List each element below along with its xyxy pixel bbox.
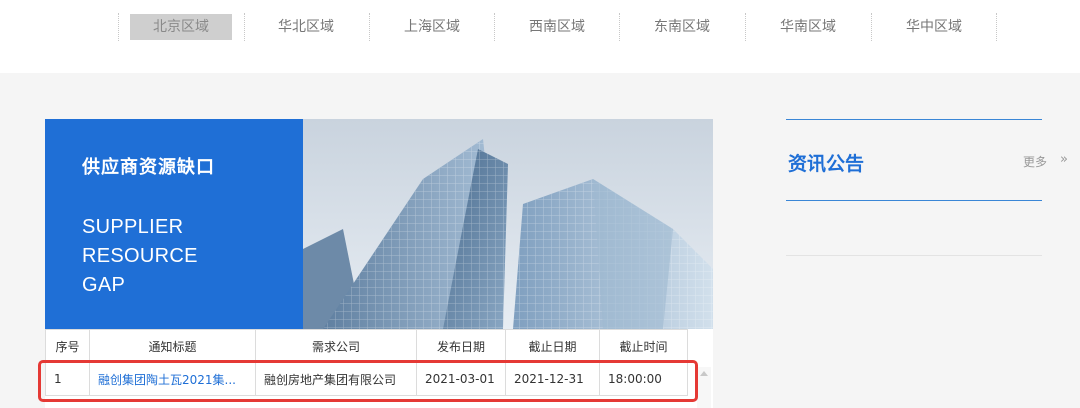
col-header-deadline-time: 截止时间 (599, 329, 688, 363)
region-tab-huanan[interactable]: 华南区域 (751, 14, 865, 40)
supplier-gap-banner: 供应商资源缺口 SUPPLIER RESOURCE GAP (45, 119, 713, 329)
nav-separator (619, 13, 620, 41)
cell-title[interactable]: 融创集团陶土瓦2021集... (89, 362, 256, 396)
banner-en-line: RESOURCE (82, 245, 198, 267)
news-top-rule (786, 119, 1042, 120)
notice-title-link[interactable]: 融创集团陶土瓦2021集... (98, 373, 236, 387)
news-section-title: 资讯公告 (788, 153, 865, 175)
col-header-title: 通知标题 (89, 329, 256, 363)
col-header-publish-date: 发布日期 (416, 329, 506, 363)
nav-separator (871, 13, 872, 41)
table-row[interactable]: 1 融创集团陶土瓦2021集... 融创房地产集团有限公司 2021-03-01… (45, 362, 688, 396)
notice-table: 序号 通知标题 需求公司 发布日期 截止日期 截止时间 1 融创集团陶土瓦202… (45, 329, 688, 396)
nav-separator (244, 13, 245, 41)
region-tab-beijing[interactable]: 北京区域 (130, 14, 232, 40)
region-tab-shanghai[interactable]: 上海区域 (375, 14, 489, 40)
col-header-index: 序号 (45, 329, 90, 363)
scroll-up-icon[interactable] (700, 371, 708, 376)
news-bottom-rule (786, 200, 1042, 201)
cell-index: 1 (45, 362, 90, 396)
table-header-row: 序号 通知标题 需求公司 发布日期 截止日期 截止时间 (45, 329, 688, 363)
nav-separator (996, 13, 997, 41)
banner-en-line: GAP (82, 274, 126, 296)
double-chevron-right-icon[interactable]: » (1060, 152, 1068, 167)
skyscraper-photo (303, 119, 713, 329)
region-tab-xinan[interactable]: 西南区域 (500, 14, 614, 40)
region-tab-huazhong[interactable]: 华中区域 (877, 14, 991, 40)
nav-separator (369, 13, 370, 41)
cell-publish-date: 2021-03-01 (416, 362, 506, 396)
banner-en-line: SUPPLIER (82, 216, 184, 238)
region-nav: 北京区域 华北区域 上海区域 西南区域 东南区域 华南区域 华中区域 (0, 0, 1080, 73)
banner-text-panel: 供应商资源缺口 SUPPLIER RESOURCE GAP (45, 119, 303, 329)
banner-title: 供应商资源缺口 (82, 157, 215, 178)
col-header-company: 需求公司 (255, 329, 417, 363)
notice-table-container: 序号 通知标题 需求公司 发布日期 截止日期 截止时间 1 融创集团陶土瓦202… (45, 329, 713, 408)
cell-deadline-date: 2021-12-31 (505, 362, 600, 396)
cell-company: 融创房地产集团有限公司 (255, 362, 417, 396)
table-scrollbar[interactable] (697, 367, 711, 408)
nav-separator (745, 13, 746, 41)
news-more-link[interactable]: 更多 (1023, 153, 1047, 170)
banner-english-title: SUPPLIER RESOURCE GAP (82, 213, 198, 300)
col-header-deadline-date: 截止日期 (505, 329, 600, 363)
nav-separator (118, 13, 119, 41)
region-tab-huabei[interactable]: 华北区域 (249, 14, 363, 40)
nav-separator (494, 13, 495, 41)
region-tab-dongnan[interactable]: 东南区域 (625, 14, 739, 40)
cell-deadline-time: 18:00:00 (599, 362, 688, 396)
news-divider (786, 255, 1042, 256)
